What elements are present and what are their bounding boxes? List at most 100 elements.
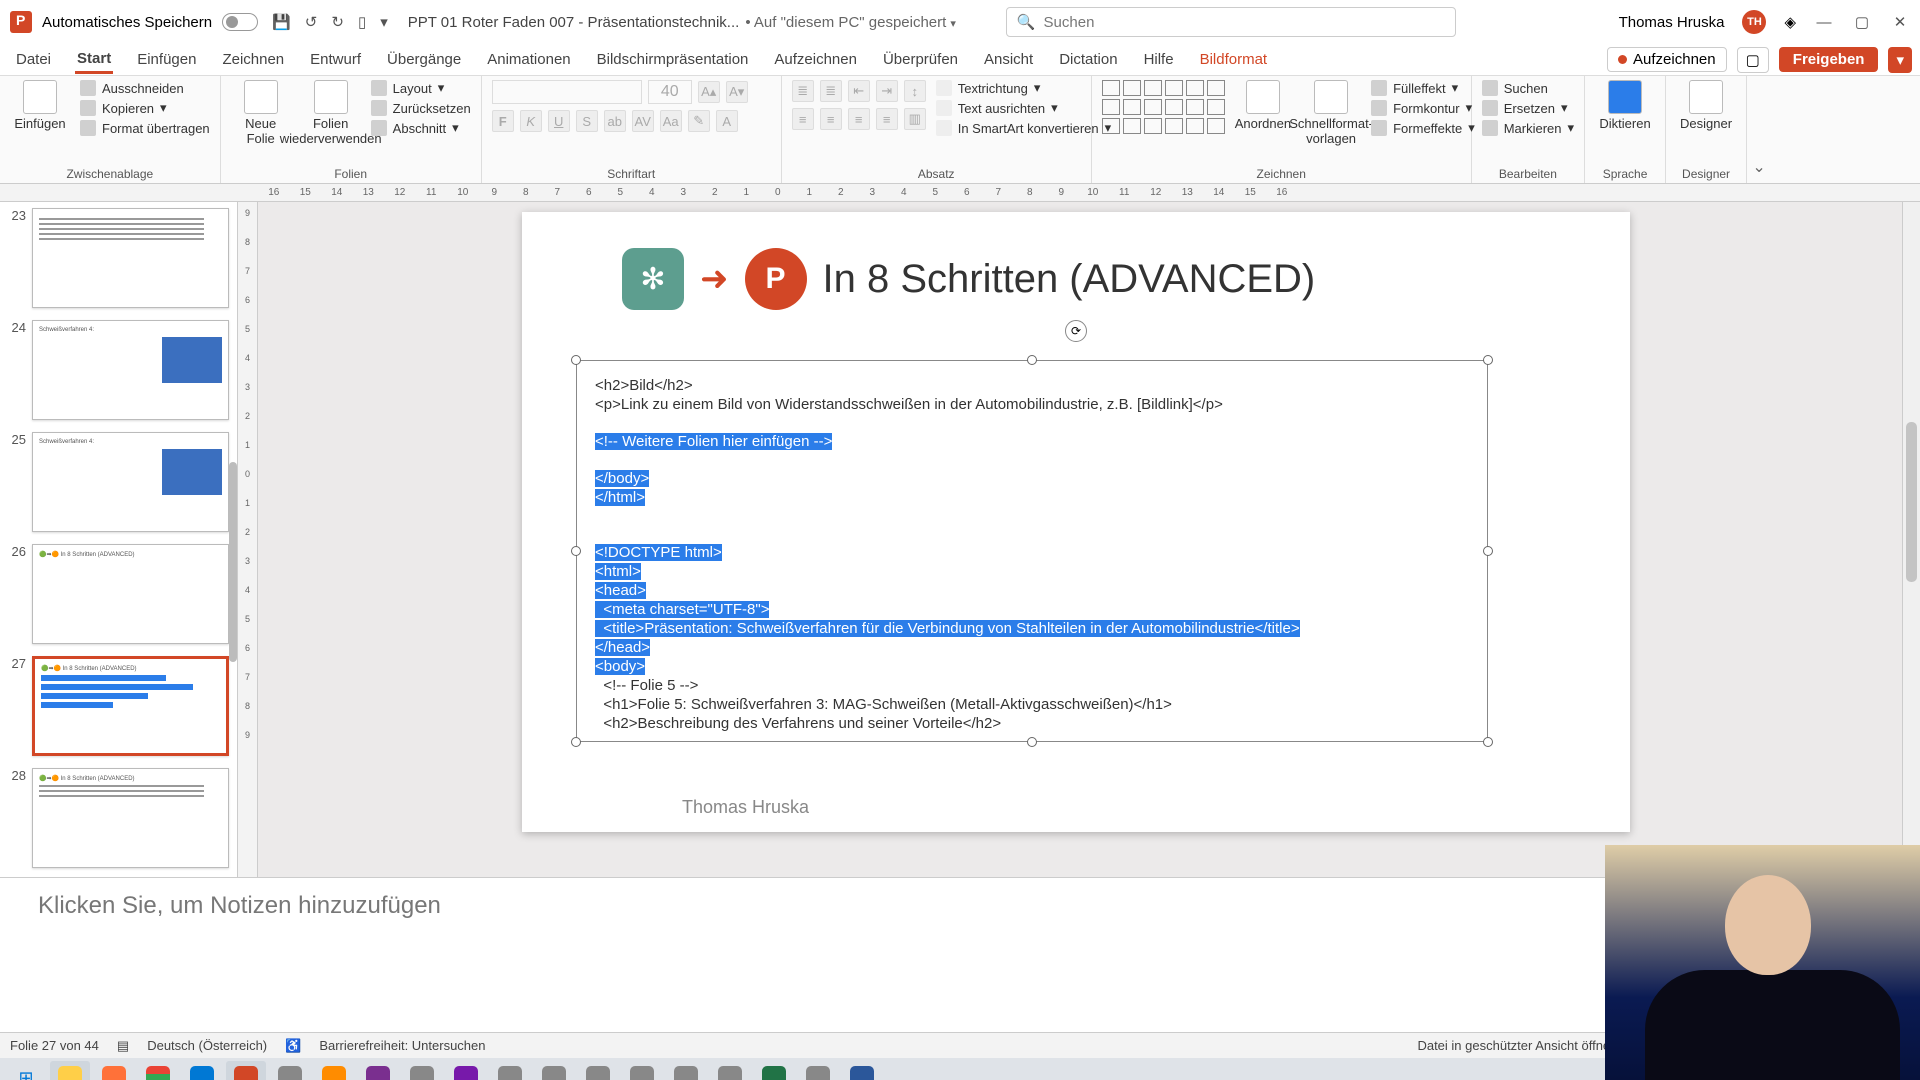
task-excel[interactable] xyxy=(754,1061,794,1080)
share-button[interactable]: Freigeben xyxy=(1779,47,1879,72)
undo-icon[interactable]: ↺ xyxy=(305,13,318,31)
tab-aufzeichnen[interactable]: Aufzeichnen xyxy=(772,47,859,72)
find-button[interactable]: Suchen xyxy=(1482,80,1574,96)
rotate-handle[interactable]: ⟳ xyxy=(1065,320,1087,342)
align-text-button[interactable]: Text ausrichten ▾ xyxy=(936,100,1111,116)
quick-styles-button[interactable]: Schnellformat- vorlagen xyxy=(1301,80,1361,146)
share-dropdown[interactable]: ▾ xyxy=(1888,47,1912,73)
scrollbar-vertical[interactable] xyxy=(1902,202,1920,877)
highlight-button[interactable]: ✎ xyxy=(688,110,710,132)
resize-handle[interactable] xyxy=(1483,737,1493,747)
resize-handle[interactable] xyxy=(571,355,581,365)
tab-bildformat[interactable]: Bildformat xyxy=(1198,47,1270,72)
maximize-button[interactable]: ▢ xyxy=(1852,13,1872,31)
underline-button[interactable]: U xyxy=(548,110,570,132)
shape-fill-button[interactable]: Fülleffekt ▾ xyxy=(1371,80,1475,96)
resize-handle[interactable] xyxy=(571,737,581,747)
task-app6[interactable] xyxy=(622,1061,662,1080)
decrease-font-button[interactable]: A▾ xyxy=(726,81,748,103)
slide[interactable]: ✻ ➜ P In 8 Schritten (ADVANCED) ⟳ <h2>Bi… xyxy=(522,212,1630,832)
spacing-button[interactable]: AV xyxy=(632,110,654,132)
user-name[interactable]: Thomas Hruska xyxy=(1619,14,1725,31)
bold-button[interactable]: F xyxy=(492,110,514,132)
task-app5[interactable] xyxy=(578,1061,618,1080)
select-button[interactable]: Markieren ▾ xyxy=(1482,120,1574,136)
thumb-27[interactable]: 27🟢➡🟠 In 8 Schritten (ADVANCED) xyxy=(0,650,237,762)
reset-button[interactable]: Zurücksetzen xyxy=(371,100,471,116)
task-app7[interactable] xyxy=(666,1061,706,1080)
resize-handle[interactable] xyxy=(1483,546,1493,556)
thumb-25[interactable]: 25Schweißverfahren 4: xyxy=(0,426,237,538)
thumb-23[interactable]: 23 xyxy=(0,202,237,314)
task-explorer[interactable] xyxy=(50,1061,90,1080)
task-app1[interactable] xyxy=(270,1061,310,1080)
ribbon-collapse-button[interactable]: ⌄ xyxy=(1747,76,1771,183)
tab-uebergaenge[interactable]: Übergänge xyxy=(385,47,463,72)
shape-outline-button[interactable]: Formkontur ▾ xyxy=(1371,100,1475,116)
status-language[interactable]: Deutsch (Österreich) xyxy=(147,1038,267,1053)
spellcheck-icon[interactable]: ▤ xyxy=(117,1038,129,1054)
tab-entwurf[interactable]: Entwurf xyxy=(308,47,363,72)
align-right-button[interactable]: ≡ xyxy=(848,108,870,130)
tab-ansicht[interactable]: Ansicht xyxy=(982,47,1035,72)
task-notepad[interactable] xyxy=(798,1061,838,1080)
thumb-28[interactable]: 28🟢➡🟠 In 8 Schritten (ADVANCED) xyxy=(0,762,237,874)
document-name[interactable]: PPT 01 Roter Faden 007 - Präsentationste… xyxy=(408,14,740,31)
thumb-29[interactable]: 29 xyxy=(0,874,237,877)
align-center-button[interactable]: ≡ xyxy=(820,108,842,130)
bullets-button[interactable]: ≣ xyxy=(792,80,814,102)
task-vlc[interactable] xyxy=(314,1061,354,1080)
strike-button[interactable]: S xyxy=(576,110,598,132)
linespacing-button[interactable]: ↕ xyxy=(904,80,926,102)
tab-zeichnen[interactable]: Zeichnen xyxy=(220,47,286,72)
task-outlook[interactable] xyxy=(182,1061,222,1080)
start-button[interactable]: ⊞ xyxy=(6,1061,46,1080)
avatar[interactable]: TH xyxy=(1742,10,1766,34)
task-onenote[interactable] xyxy=(446,1061,486,1080)
redo-icon[interactable]: ↻ xyxy=(331,13,344,31)
cut-button[interactable]: Ausschneiden xyxy=(80,80,210,96)
resize-handle[interactable] xyxy=(1027,737,1037,747)
tab-animationen[interactable]: Animationen xyxy=(485,47,572,72)
font-family-select[interactable] xyxy=(492,80,642,104)
columns-button[interactable]: ▥ xyxy=(904,108,926,130)
task-app3[interactable] xyxy=(490,1061,530,1080)
indent-button[interactable]: ⇥ xyxy=(876,80,898,102)
resize-handle[interactable] xyxy=(1027,355,1037,365)
task-app8[interactable] xyxy=(710,1061,750,1080)
copy-button[interactable]: Kopieren ▾ xyxy=(80,100,210,116)
task-word[interactable] xyxy=(842,1061,882,1080)
font-size-select[interactable]: 40 xyxy=(648,80,692,104)
qat-dropdown-icon[interactable]: ▾ xyxy=(380,13,388,31)
resize-handle[interactable] xyxy=(1483,355,1493,365)
status-slide[interactable]: Folie 27 von 44 xyxy=(10,1038,99,1053)
thumb-24[interactable]: 24Schweißverfahren 4: xyxy=(0,314,237,426)
task-snip[interactable] xyxy=(358,1061,398,1080)
dictate-button[interactable]: Diktieren xyxy=(1595,80,1655,131)
code-content[interactable]: <h2>Bild</h2> <p>Link zu einem Bild von … xyxy=(595,377,1481,735)
shadow-button[interactable]: ab xyxy=(604,110,626,132)
italic-button[interactable]: K xyxy=(520,110,542,132)
task-app4[interactable] xyxy=(534,1061,574,1080)
present-dropdown-icon[interactable]: ▢ xyxy=(1737,47,1769,73)
task-chrome[interactable] xyxy=(138,1061,178,1080)
tab-einfuegen[interactable]: Einfügen xyxy=(135,47,198,72)
increase-font-button[interactable]: A▴ xyxy=(698,81,720,103)
tab-ueberpruefen[interactable]: Überprüfen xyxy=(881,47,960,72)
designer-button[interactable]: Designer xyxy=(1676,80,1736,131)
numbering-button[interactable]: ≣ xyxy=(820,80,842,102)
tab-bildschirmpraesentation[interactable]: Bildschirmpräsentation xyxy=(595,47,751,72)
tab-hilfe[interactable]: Hilfe xyxy=(1142,47,1176,72)
tab-datei[interactable]: Datei xyxy=(14,47,53,72)
reuse-slides-button[interactable]: Folien wiederverwenden xyxy=(301,80,361,146)
outdent-button[interactable]: ⇤ xyxy=(848,80,870,102)
case-button[interactable]: Aa xyxy=(660,110,682,132)
task-powerpoint[interactable] xyxy=(226,1061,266,1080)
scrollbar-thumb[interactable] xyxy=(1906,422,1917,582)
tab-start[interactable]: Start xyxy=(75,46,113,74)
layout-button[interactable]: Layout ▾ xyxy=(371,80,471,96)
shapes-gallery[interactable] xyxy=(1102,80,1225,134)
selected-textbox[interactable]: <h2>Bild</h2> <p>Link zu einem Bild von … xyxy=(576,360,1488,742)
resize-handle[interactable] xyxy=(571,546,581,556)
format-painter-button[interactable]: Format übertragen xyxy=(80,120,210,136)
